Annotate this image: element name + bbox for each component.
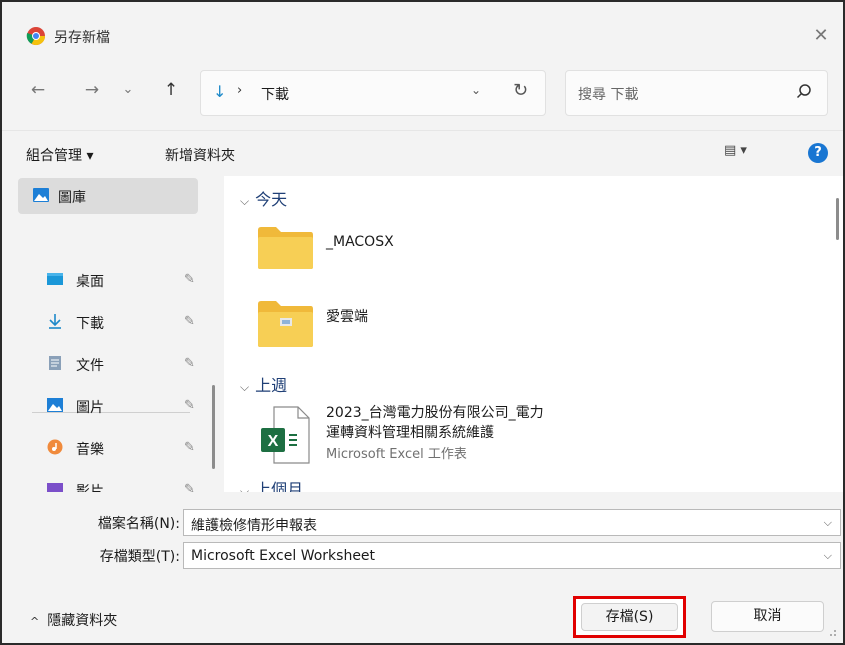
cancel-button[interactable]: 取消 <box>711 601 824 632</box>
search-box[interactable]: 搜尋 下載 <box>565 70 828 116</box>
address-bar[interactable]: ↓ › 下載 ⌄ ↻ <box>200 70 546 116</box>
sidebar-item-label: 下載 <box>76 316 104 332</box>
group-header-last-week[interactable]: ⌵ 上週 <box>240 372 287 396</box>
sidebar-scrollbar[interactable] <box>212 385 215 469</box>
title-bar: 另存新檔 ✕ <box>2 2 843 46</box>
close-button[interactable]: ✕ <box>809 24 833 48</box>
pin-icon: ✎ <box>184 272 195 287</box>
view-options-button[interactable]: ▤ ▾ <box>724 143 774 167</box>
address-dropdown-button[interactable]: ⌄ <box>471 83 481 97</box>
forward-button[interactable]: → <box>80 78 104 102</box>
sidebar-item-documents[interactable]: 文件 ✎ <box>2 346 202 382</box>
pictures-icon <box>47 398 63 412</box>
filetype-label: 存檔類型(T): <box>99 549 180 565</box>
save-button-highlight: 存檔(S) <box>573 596 686 638</box>
chevron-down-icon: ⌵ <box>240 484 250 492</box>
group-header-last-month[interactable]: ⌵ 上個月 <box>240 476 303 492</box>
videos-icon <box>47 483 63 492</box>
new-folder-button[interactable]: 新增資料夾 <box>165 145 235 165</box>
search-input[interactable]: 搜尋 下載 <box>578 84 638 104</box>
sidebar-item-music[interactable]: 音樂 ✎ <box>2 430 202 466</box>
dialog-title: 另存新檔 <box>54 30 110 46</box>
command-bar: 組合管理 ▾ 新增資料夾 ▤ ▾ ? <box>2 130 843 176</box>
sidebar-item-downloads[interactable]: 下載 ✎ <box>2 304 202 340</box>
refresh-button[interactable]: ↻ <box>513 80 528 101</box>
file-type: Microsoft Excel 工作表 <box>326 447 467 462</box>
save-as-dialog: 另存新檔 ✕ ← → ⌄ ↑ ↓ › 下載 ⌄ ↻ 搜尋 下載 組合管理 ▾ 新… <box>0 0 845 645</box>
list-item[interactable]: X 2023_台灣電力股份有限公司_電力 運轉資料管理相關系統維護 Micros… <box>256 402 656 474</box>
navigation-pane: 圖庫 桌面 ✎ 下載 ✎ 文件 ✎ 圖片 ✎ 音樂 ✎ 影片 ✎ <box>2 176 222 492</box>
svg-text:X: X <box>268 433 279 450</box>
save-button[interactable]: 存檔(S) <box>581 603 678 631</box>
chevron-down-icon: ⌵ <box>240 194 250 208</box>
chrome-icon <box>26 27 45 46</box>
hide-folders-button[interactable]: ^ 隱藏資料夾 <box>30 610 117 630</box>
file-name: 愛雲端 <box>326 309 368 325</box>
resize-grip-icon[interactable] <box>827 627 837 637</box>
sidebar-item-pictures[interactable]: 圖片 ✎ <box>2 388 202 424</box>
music-icon <box>47 439 63 455</box>
navigation-bar: ← → ⌄ ↑ ↓ › 下載 ⌄ ↻ 搜尋 下載 <box>2 68 843 116</box>
up-button[interactable]: ↑ <box>159 78 183 102</box>
pin-icon: ✎ <box>184 398 195 413</box>
hide-folders-label: 隱藏資料夾 <box>47 613 118 629</box>
sidebar-item-desktop[interactable]: 桌面 ✎ <box>2 262 202 298</box>
chevron-down-icon[interactable]: ⌵ <box>824 516 832 530</box>
pin-icon: ✎ <box>184 356 195 371</box>
sidebar-item-videos[interactable]: 影片 ✎ <box>2 472 202 492</box>
pin-icon: ✎ <box>184 440 195 455</box>
file-name-line2: 運轉資料管理相關系統維護 <box>326 425 494 441</box>
filetype-value: Microsoft Excel Worksheet <box>191 548 376 564</box>
download-icon <box>49 314 61 329</box>
breadcrumb-downloads[interactable]: 下載 <box>261 84 289 104</box>
chevron-up-icon: ^ <box>30 615 40 628</box>
filename-input[interactable]: 維護檢修情形申報表 <box>191 515 317 535</box>
help-icon[interactable]: ? <box>808 143 828 163</box>
recent-locations-button[interactable]: ⌄ <box>116 78 140 102</box>
filetype-select[interactable]: Microsoft Excel Worksheet ⌵ <box>183 542 841 569</box>
cloud-folder-icon <box>258 301 313 347</box>
search-icon <box>796 84 811 99</box>
chevron-down-icon: ⌵ <box>240 380 250 394</box>
download-icon: ↓ <box>213 82 227 101</box>
sidebar-item-label: 音樂 <box>76 442 104 458</box>
gallery-icon <box>33 188 49 202</box>
sidebar-item-label: 圖片 <box>76 400 104 416</box>
sidebar-item-label: 文件 <box>76 358 104 374</box>
file-list: ⌵ 今天 _MACOSX 愛雲端 ⌵ 上週 X 2023_台灣電力股份有限公司_… <box>224 176 843 492</box>
sidebar-item-gallery[interactable]: 圖庫 <box>18 178 198 214</box>
back-button[interactable]: ← <box>26 78 50 102</box>
file-name-line1: 2023_台灣電力股份有限公司_電力 <box>326 405 544 421</box>
list-item[interactable]: _MACOSX <box>256 226 556 274</box>
sidebar-item-label: 圖庫 <box>58 190 86 206</box>
folder-icon <box>258 227 313 269</box>
sidebar-item-label: 桌面 <box>76 274 104 290</box>
document-icon <box>49 356 61 370</box>
list-item[interactable]: 愛雲端 <box>256 300 556 348</box>
desktop-icon <box>47 273 63 285</box>
chevron-down-icon[interactable]: ⌵ <box>824 549 832 563</box>
save-form: 檔案名稱(N): 維護檢修情形申報表 ⌵ 存檔類型(T): Microsoft … <box>2 492 843 569</box>
file-list-scrollbar[interactable] <box>836 198 839 240</box>
group-header-today[interactable]: ⌵ 今天 <box>240 186 287 210</box>
pin-icon: ✎ <box>184 482 195 492</box>
sidebar-item-label: 影片 <box>76 484 104 492</box>
organize-menu[interactable]: 組合管理 ▾ <box>26 145 93 165</box>
breadcrumb-separator: › <box>237 83 243 98</box>
filename-field[interactable]: 維護檢修情形申報表 ⌵ <box>183 509 841 536</box>
filename-label: 檔案名稱(N): <box>97 516 180 532</box>
excel-file-icon: X <box>261 406 310 464</box>
dialog-footer: ^ 隱藏資料夾 存檔(S) 取消 <box>2 578 843 643</box>
file-name: _MACOSX <box>326 234 394 250</box>
pin-icon: ✎ <box>184 314 195 329</box>
